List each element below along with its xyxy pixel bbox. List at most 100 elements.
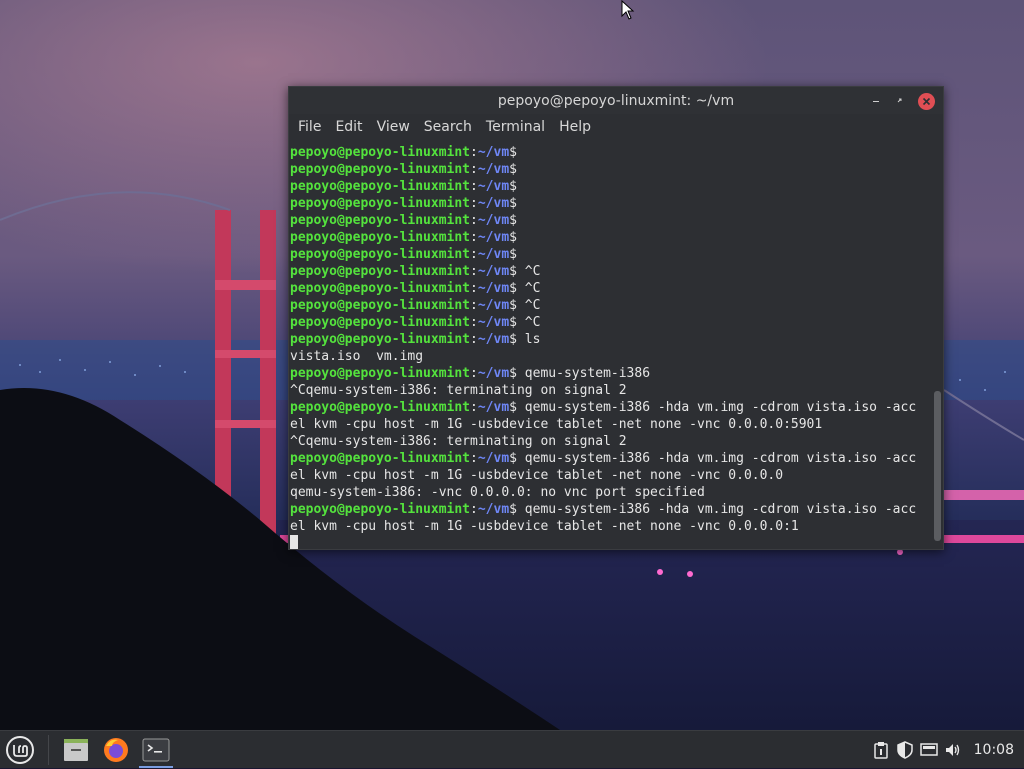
firefox-launcher[interactable] xyxy=(97,732,135,768)
prompt-sign: $ xyxy=(509,366,517,381)
prompt-user: pepoyo@pepoyo-linuxmint xyxy=(290,315,471,330)
prompt-path: ~/vm xyxy=(477,196,510,211)
prompt-path: ~/vm xyxy=(477,315,510,330)
terminal-line: pepoyo@pepoyo-linuxmint:~/vm$ ^C xyxy=(290,263,932,280)
scrollbar-thumb[interactable] xyxy=(934,391,941,541)
prompt-path: ~/vm xyxy=(477,264,510,279)
prompt-path: ~/vm xyxy=(477,502,510,517)
terminal-line: pepoyo@pepoyo-linuxmint:~/vm$ xyxy=(290,195,932,212)
prompt-sign: $ xyxy=(509,332,517,347)
terminal-line: ^Cqemu-system-i386: terminating on signa… xyxy=(290,434,627,449)
prompt-user: pepoyo@pepoyo-linuxmint xyxy=(290,196,471,211)
command-text: qemu-system-i386 -hda vm.img -cdrom vist… xyxy=(516,451,917,466)
terminal-line: pepoyo@pepoyo-linuxmint:~/vm$ ls xyxy=(290,331,932,348)
prompt-sign: $ xyxy=(509,264,517,279)
terminal-line: pepoyo@pepoyo-linuxmint:~/vm$ xyxy=(290,161,932,178)
prompt-colon: : xyxy=(470,247,478,262)
terminal-launcher[interactable] xyxy=(137,732,175,768)
mouse-pointer-icon xyxy=(621,0,635,20)
terminal-icon xyxy=(142,738,170,761)
menu-terminal[interactable]: Terminal xyxy=(480,114,551,140)
prompt-user: pepoyo@pepoyo-linuxmint xyxy=(290,281,471,296)
prompt-path: ~/vm xyxy=(477,451,510,466)
prompt-user: pepoyo@pepoyo-linuxmint xyxy=(290,366,471,381)
prompt-user: pepoyo@pepoyo-linuxmint xyxy=(290,179,471,194)
prompt-user: pepoyo@pepoyo-linuxmint xyxy=(290,145,471,160)
terminal-line: pepoyo@pepoyo-linuxmint:~/vm$ xyxy=(290,178,932,195)
terminal-line: pepoyo@pepoyo-linuxmint:~/vm$ ^C xyxy=(290,314,932,331)
terminal-line: el kvm -cpu host -m 1G -usbdevice tablet… xyxy=(290,468,784,483)
volume-icon xyxy=(945,744,959,756)
prompt-sign: $ xyxy=(509,179,517,194)
maximize-button[interactable] xyxy=(888,92,912,110)
prompt-user: pepoyo@pepoyo-linuxmint xyxy=(290,213,471,228)
prompt-path: ~/vm xyxy=(477,162,510,177)
prompt-sign: $ xyxy=(509,502,517,517)
prompt-colon: : xyxy=(470,281,478,296)
menu-file[interactable]: File xyxy=(292,114,327,140)
terminal-scrollbar[interactable] xyxy=(934,141,941,549)
terminal-line: qemu-system-i386: -vnc 0.0.0.0: no vnc p… xyxy=(290,485,705,500)
clock[interactable]: 10:08 xyxy=(974,742,1014,758)
prompt-path: ~/vm xyxy=(477,366,510,381)
prompt-sign: $ xyxy=(509,230,517,245)
command-text: ls xyxy=(516,332,541,347)
clipboard-tray[interactable] xyxy=(872,741,890,759)
menu-search[interactable]: Search xyxy=(418,114,478,140)
taskbar-separator xyxy=(48,734,49,765)
window-titlebar[interactable]: pepoyo@pepoyo-linuxmint: ~/vm xyxy=(289,87,943,114)
terminal-line: pepoyo@pepoyo-linuxmint:~/vm$ xyxy=(290,246,932,263)
prompt-user: pepoyo@pepoyo-linuxmint xyxy=(290,230,471,245)
menu-edit[interactable]: Edit xyxy=(329,114,368,140)
close-button[interactable] xyxy=(918,92,935,110)
menu-view[interactable]: View xyxy=(371,114,416,140)
prompt-colon: : xyxy=(470,162,478,177)
prompt-colon: : xyxy=(470,315,478,330)
update-manager-tray[interactable] xyxy=(896,741,914,759)
prompt-user: pepoyo@pepoyo-linuxmint xyxy=(290,400,471,415)
command-text: ^C xyxy=(516,264,541,279)
terminal-window[interactable]: pepoyo@pepoyo-linuxmint: ~/vm File Edit … xyxy=(288,86,944,550)
prompt-sign: $ xyxy=(509,315,517,330)
prompt-colon: : xyxy=(470,451,478,466)
prompt-path: ~/vm xyxy=(477,298,510,313)
system-tray: 10:08 xyxy=(872,731,1024,769)
command-text: qemu-system-i386 xyxy=(516,366,651,381)
prompt-path: ~/vm xyxy=(477,213,510,228)
prompt-colon: : xyxy=(470,230,478,245)
terminal-line: el kvm -cpu host -m 1G -usbdevice tablet… xyxy=(290,417,823,432)
terminal-line: pepoyo@pepoyo-linuxmint:~/vm$ ^C xyxy=(290,280,932,297)
prompt-colon: : xyxy=(470,213,478,228)
prompt-colon: : xyxy=(470,332,478,347)
prompt-colon: : xyxy=(470,264,478,279)
menu-help[interactable]: Help xyxy=(553,114,597,140)
prompt-user: pepoyo@pepoyo-linuxmint xyxy=(290,247,471,262)
terminal-line: pepoyo@pepoyo-linuxmint:~/vm$ ^C xyxy=(290,297,932,314)
prompt-path: ~/vm xyxy=(477,247,510,262)
prompt-user: pepoyo@pepoyo-linuxmint xyxy=(290,264,471,279)
prompt-sign: $ xyxy=(509,298,517,313)
command-text: ^C xyxy=(516,298,541,313)
firefox-icon xyxy=(104,737,128,762)
prompt-colon: : xyxy=(470,366,478,381)
mint-menu-icon xyxy=(6,735,34,764)
terminal-output[interactable]: pepoyo@pepoyo-linuxmint:~/vm$ pepoyo@pepo… xyxy=(289,141,932,549)
prompt-sign: $ xyxy=(509,196,517,211)
prompt-colon: : xyxy=(470,400,478,415)
network-tray[interactable] xyxy=(919,741,938,759)
volume-tray[interactable] xyxy=(944,741,962,759)
prompt-path: ~/vm xyxy=(477,400,510,415)
minimize-button[interactable] xyxy=(864,92,888,110)
prompt-path: ~/vm xyxy=(477,332,510,347)
mint-menu-button[interactable] xyxy=(0,731,40,769)
prompt-user: pepoyo@pepoyo-linuxmint xyxy=(290,451,471,466)
text-cursor xyxy=(290,535,298,549)
taskbar: 10:08 xyxy=(0,730,1024,768)
window-controls xyxy=(864,92,935,110)
prompt-user: pepoyo@pepoyo-linuxmint xyxy=(290,162,471,177)
prompt-sign: $ xyxy=(509,213,517,228)
menubar: File Edit View Search Terminal Help xyxy=(289,114,943,140)
file-manager-launcher[interactable] xyxy=(57,732,95,768)
prompt-sign: $ xyxy=(509,400,517,415)
prompt-colon: : xyxy=(470,298,478,313)
